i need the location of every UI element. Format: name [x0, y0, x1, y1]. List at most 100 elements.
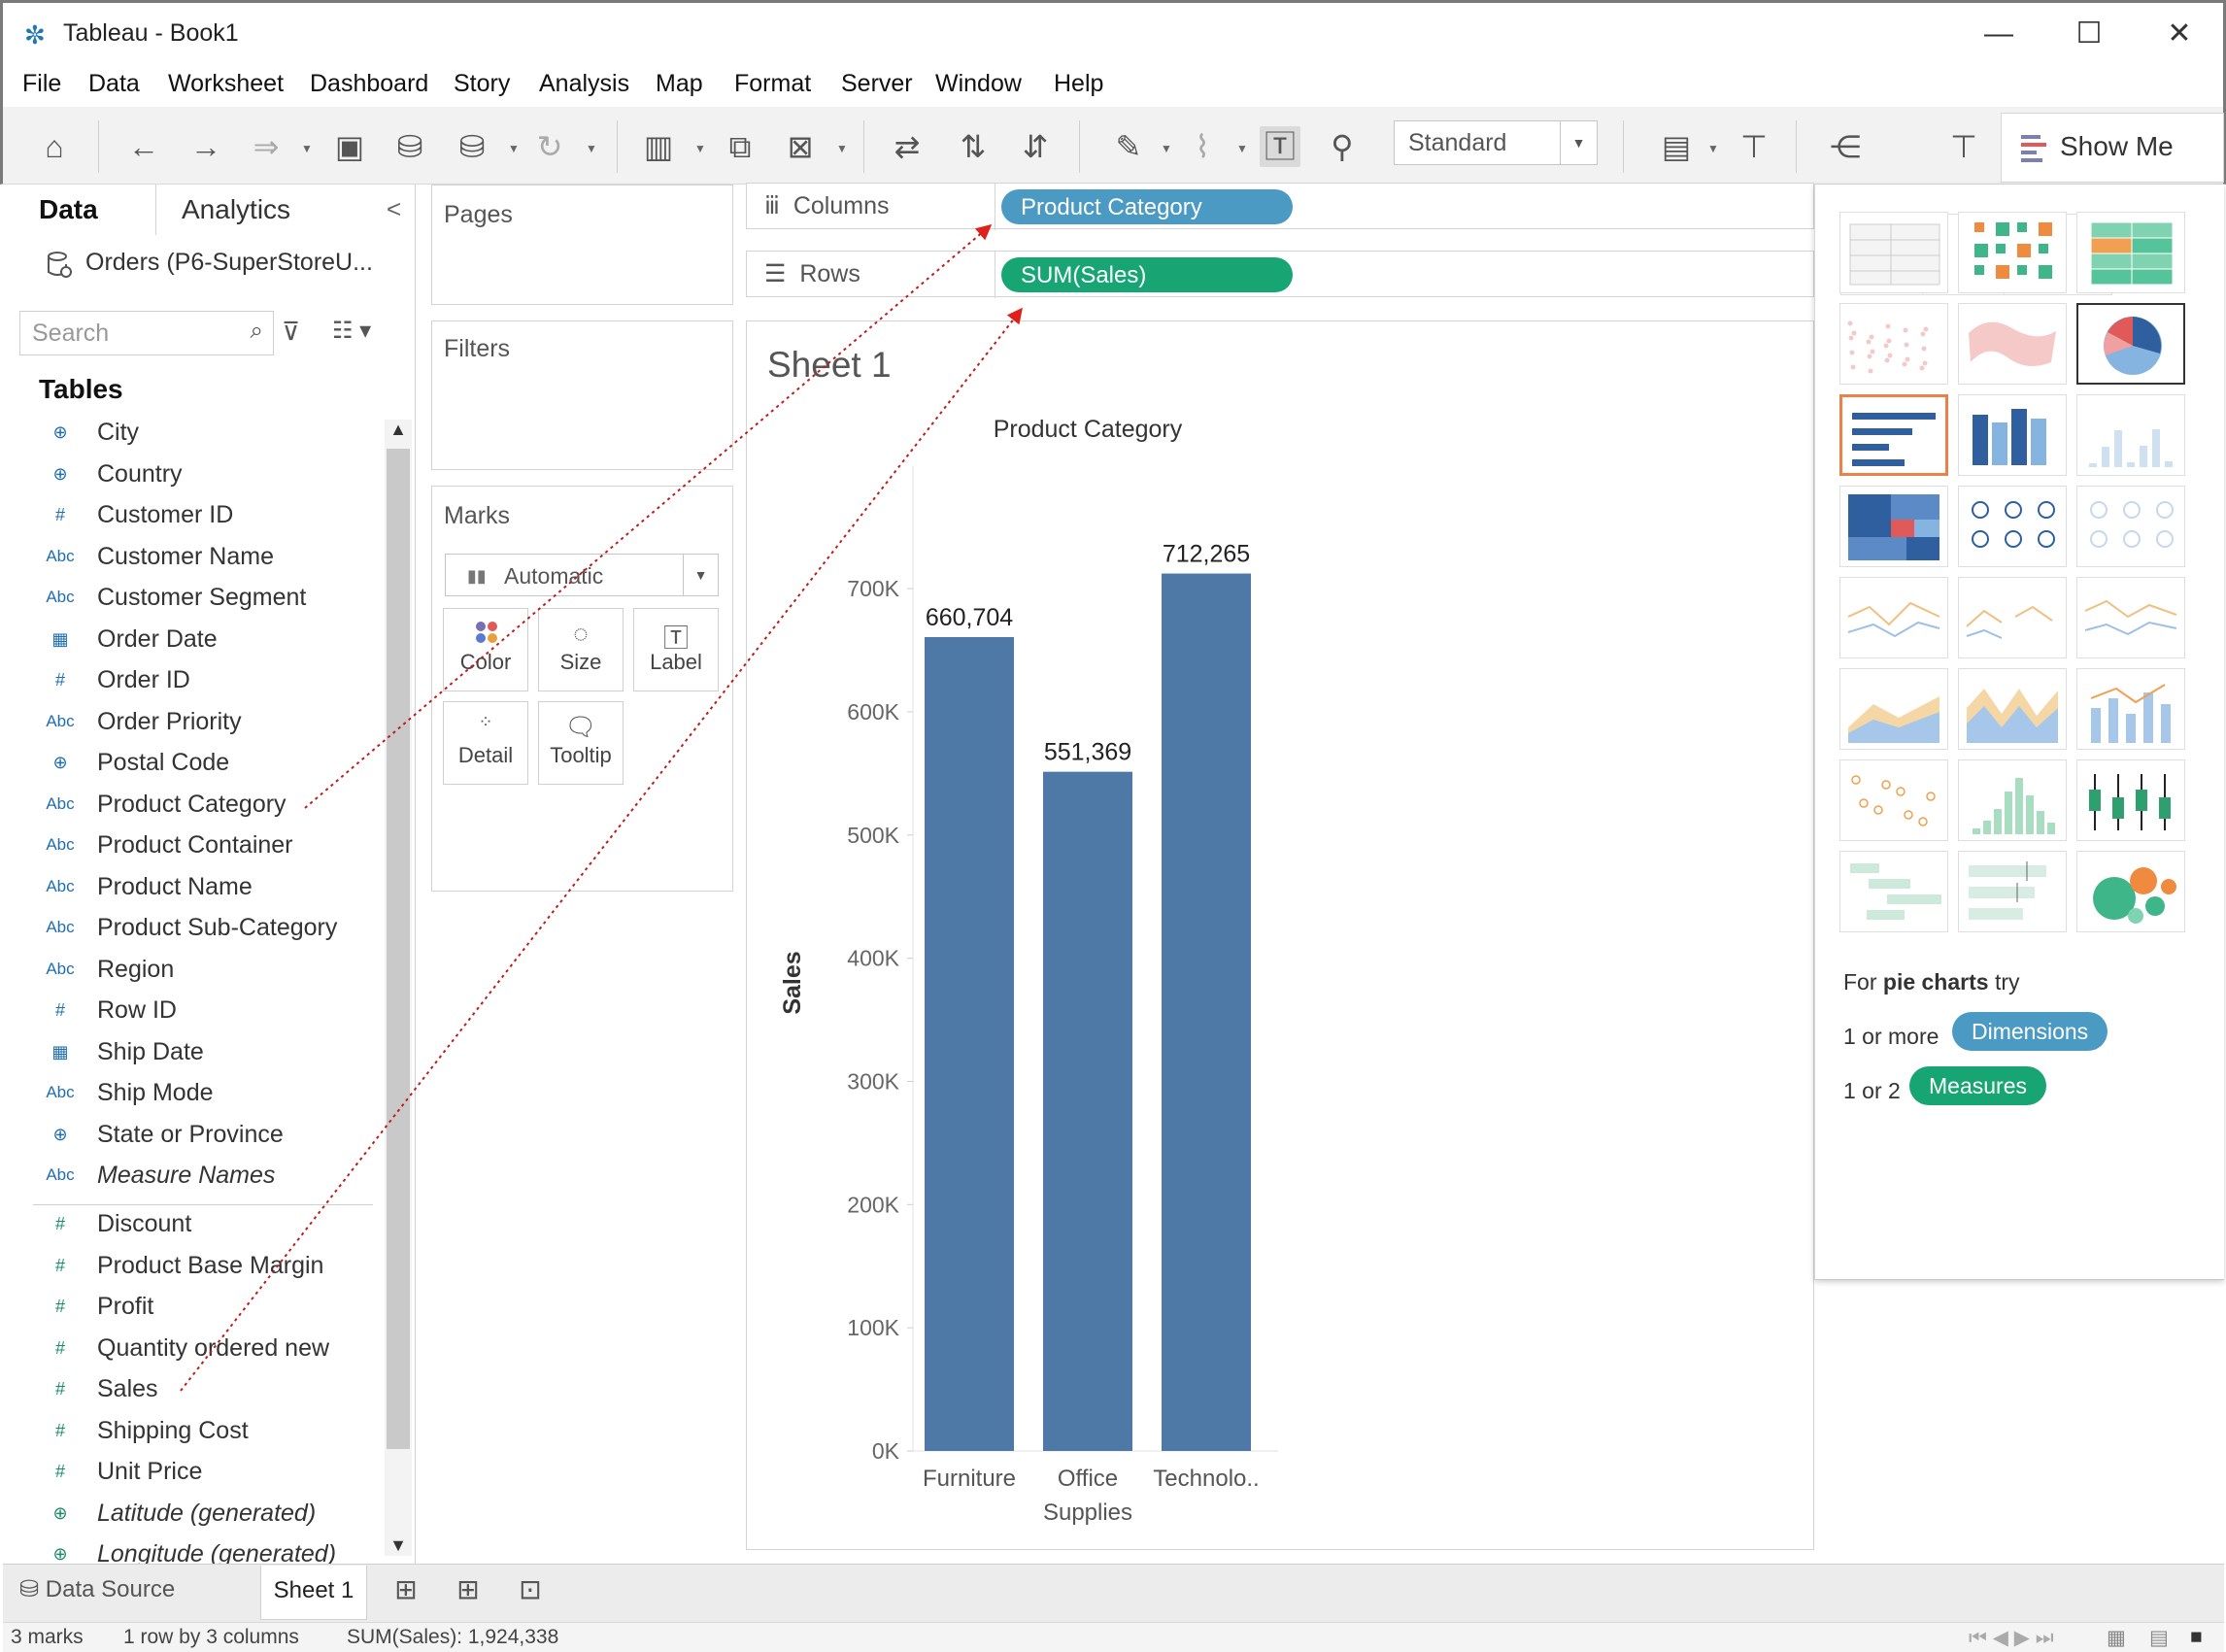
filmstrip-view-icon[interactable]: ▤	[2149, 1626, 2169, 1650]
scroll-down-icon[interactable]: ▼	[387, 1535, 410, 1556]
dimension-field[interactable]: ⊕ State or Province	[0, 1117, 379, 1158]
dimension-field[interactable]: ▦ Order Date	[0, 622, 379, 662]
showme-filled-map[interactable]	[1958, 303, 2067, 385]
dimension-field[interactable]: Abc Product Container	[0, 827, 379, 868]
scroll-up-icon[interactable]: ▲	[387, 420, 410, 440]
menu-server[interactable]: Server	[841, 70, 913, 98]
collapse-pane-icon[interactable]: <	[387, 194, 401, 224]
sheet-nav-icons[interactable]: ⏮ ◀ ▶ ⏭	[1969, 1626, 2054, 1650]
measure-field[interactable]: # Product Base Margin	[0, 1248, 379, 1289]
show-mark-labels-icon[interactable]: 🅃	[1260, 126, 1300, 167]
measure-field[interactable]: # Sales	[0, 1371, 379, 1412]
dimension-field[interactable]: ⊕ Postal Code	[0, 745, 379, 786]
showme-heat-map[interactable]	[1958, 212, 2067, 293]
showme-discrete-lines[interactable]	[1958, 577, 2067, 658]
columns-shelf[interactable]: ⅲ Columns Product Category	[746, 183, 1814, 230]
showme-circle-views[interactable]	[1958, 486, 2067, 567]
fit-select[interactable]: Standard ▼	[1394, 120, 1598, 165]
menu-data[interactable]: Data	[88, 70, 140, 98]
tab-view-icon[interactable]: ■	[2190, 1626, 2203, 1649]
menu-window[interactable]: Window	[935, 70, 1022, 98]
replay-icon[interactable]: ⇒	[246, 126, 287, 167]
dimension-field[interactable]: Abc Ship Mode	[0, 1075, 379, 1116]
filters-card[interactable]: Filters	[431, 320, 733, 470]
scrollbar-thumb[interactable]	[387, 449, 410, 1449]
showme-side-by-side-circles[interactable]	[2076, 486, 2185, 567]
measure-field[interactable]: # Shipping Cost	[0, 1413, 379, 1454]
datasource-name[interactable]: Orders (P6-SuperStoreU...	[85, 249, 373, 277]
new-data-source-icon[interactable]: ⛁	[389, 126, 430, 167]
fix-axes-icon[interactable]: ⚲	[1322, 126, 1363, 167]
tooltip-button[interactable]: 🗨 Tooltip	[538, 701, 624, 785]
measure-field[interactable]: # Unit Price	[0, 1454, 379, 1495]
menu-story[interactable]: Story	[454, 70, 510, 98]
showme-pie-chart[interactable]	[2076, 303, 2185, 385]
group-members-icon[interactable]: ⌇	[1182, 126, 1223, 167]
share-icon[interactable]: ⋲	[1825, 126, 1866, 167]
dimension-field[interactable]: # Order ID	[0, 662, 379, 703]
showme-dual-combination[interactable]	[2076, 668, 2185, 750]
size-button[interactable]: ◌ Size	[538, 608, 624, 691]
home-icon[interactable]: ⌂	[34, 126, 75, 167]
swap-rows-columns-icon[interactable]: ⇄	[887, 126, 928, 167]
menu-map[interactable]: Map	[656, 70, 703, 98]
showme-bullet-graph[interactable]	[1958, 851, 2067, 932]
showme-stacked-bars[interactable]	[1958, 394, 2067, 476]
menu-dashboard[interactable]: Dashboard	[310, 70, 428, 98]
label-button[interactable]: 🅃 Label	[633, 608, 719, 691]
mark-type-select[interactable]: ▮▮ Automatic ▼	[445, 554, 719, 596]
view-list-icon[interactable]: ☷ ▾	[332, 317, 371, 345]
measure-field[interactable]: # Quantity ordered new	[0, 1331, 379, 1371]
dimension-field[interactable]: Abc Customer Segment	[0, 580, 379, 621]
new-worksheet-icon[interactable]: ▥	[638, 126, 679, 167]
dimension-field[interactable]: ⊕ Country	[0, 456, 379, 497]
showme-area-continuous[interactable]	[1839, 668, 1948, 750]
pages-card[interactable]: Pages	[431, 185, 733, 305]
showme-text-table[interactable]	[1839, 212, 1948, 293]
format-painter-icon[interactable]: ⊤	[1943, 126, 1984, 167]
refresh-icon[interactable]: ↻	[529, 126, 570, 167]
dimension-field[interactable]: Abc Product Name	[0, 869, 379, 910]
columns-pill-product-category[interactable]: Product Category	[1001, 189, 1293, 224]
sort-descending-icon[interactable]: ⇵	[1015, 126, 1056, 167]
menu-format[interactable]: Format	[734, 70, 811, 98]
show-cards-icon[interactable]: ▤	[1656, 126, 1697, 167]
detail-button[interactable]: ⁘ Detail	[443, 701, 528, 785]
showme-packed-bubbles[interactable]	[2076, 851, 2185, 932]
tab-data[interactable]: Data	[39, 194, 98, 225]
rows-shelf[interactable]: ☰ Rows SUM(Sales)	[746, 251, 1814, 298]
minimize-button[interactable]: —	[1965, 13, 2033, 55]
data-source-tab[interactable]: ⛁ Data Source	[19, 1575, 175, 1603]
maximize-button[interactable]: ☐	[2055, 13, 2123, 55]
new-dashboard-tab-icon[interactable]: ⊞	[445, 1573, 491, 1616]
showme-area-discrete[interactable]	[1958, 668, 2067, 750]
showme-dual-lines[interactable]	[2076, 577, 2185, 658]
presentation-mode-icon[interactable]: ⊤	[1734, 126, 1774, 167]
highlight-icon[interactable]: ✎	[1108, 126, 1149, 167]
dimension-field[interactable]: ▦ Ship Date	[0, 1034, 379, 1075]
showme-highlight-table[interactable]	[2076, 212, 2185, 293]
measure-field[interactable]: # Discount	[0, 1206, 379, 1247]
menu-worksheet[interactable]: Worksheet	[168, 70, 284, 98]
show-me-button[interactable]: Show Me	[2001, 113, 2224, 183]
tab-analytics[interactable]: Analytics	[182, 194, 290, 225]
dimension-field[interactable]: Abc Product Sub-Category	[0, 910, 379, 951]
sort-ascending-icon[interactable]: ⇅	[953, 126, 994, 167]
color-button[interactable]: Color	[443, 608, 528, 691]
dimension-field[interactable]: # Row ID	[0, 993, 379, 1033]
filter-icon[interactable]: ⊽	[282, 317, 300, 347]
showme-horizontal-bars[interactable]	[1839, 394, 1948, 476]
search-input[interactable]: Search ⌕	[19, 311, 274, 355]
showme-gantt-chart[interactable]	[1839, 851, 1948, 932]
field-list-scrollbar[interactable]: ▲ ▼	[385, 420, 412, 1556]
sheet-1-tab[interactable]: Sheet 1	[260, 1566, 367, 1620]
dimension-field[interactable]: Abc Product Category	[0, 787, 379, 827]
measure-field[interactable]: ⊕ Latitude (generated)	[0, 1496, 379, 1536]
menu-help[interactable]: Help	[1054, 70, 1103, 98]
dimension-field[interactable]: Abc Region	[0, 952, 379, 993]
undo-icon[interactable]: ←	[123, 126, 164, 167]
showme-histogram[interactable]	[1958, 759, 2067, 841]
new-worksheet-tab-icon[interactable]: ⊞	[383, 1573, 429, 1616]
showme-scatter-plot[interactable]	[1839, 759, 1948, 841]
showme-treemap[interactable]	[1839, 486, 1948, 567]
